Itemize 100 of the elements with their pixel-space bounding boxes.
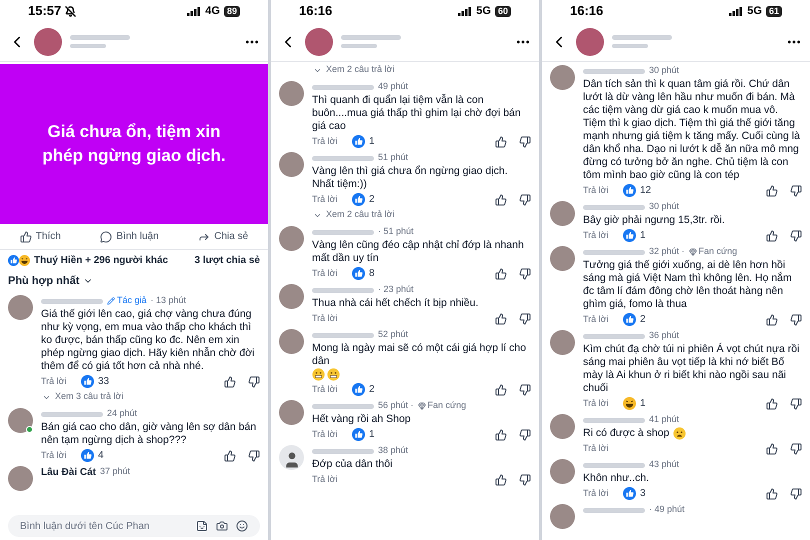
comment-text: Khôn như..ch.: [583, 472, 649, 485]
post-action-button[interactable]: Chia sẻ: [198, 229, 248, 244]
blurred-subtitle: [341, 44, 377, 48]
reply-link[interactable]: Trả lời: [312, 472, 352, 486]
reaction-count: 4: [98, 449, 104, 463]
clock-time: 15:57: [28, 2, 62, 20]
reply-link[interactable]: Trả lời: [583, 228, 623, 242]
comment-time: 49 phút: [378, 80, 408, 94]
dislike-icon[interactable]: [790, 442, 802, 454]
comment-time: 37 phút: [100, 465, 130, 478]
post-action-button[interactable]: Bình luận: [100, 229, 159, 244]
blurred-name: [312, 230, 374, 234]
post-text: Giá chưa ổn, tiệm xin phép ngừng giao dịch.: [41, 121, 227, 167]
sticker-icon[interactable]: [196, 520, 208, 532]
reaction-count: 3: [640, 487, 646, 501]
reply-link[interactable]: Trả lời: [583, 184, 623, 198]
reply-link[interactable]: Trả lời: [312, 428, 352, 442]
like-icon[interactable]: [495, 428, 507, 440]
signal-icon: [729, 6, 744, 16]
like-icon[interactable]: [495, 136, 507, 148]
dislike-icon[interactable]: [519, 474, 531, 486]
network-type: 5G: [476, 4, 491, 19]
blurred-name: [312, 332, 374, 338]
camera-icon[interactable]: [216, 520, 228, 532]
comment-time: 24 phút: [107, 407, 138, 420]
dislike-icon[interactable]: [248, 450, 260, 462]
reaction-count: 1: [640, 397, 646, 411]
dislike-icon[interactable]: [790, 398, 802, 410]
reply-link[interactable]: Trả lời: [312, 312, 352, 326]
dislike-icon[interactable]: [790, 488, 802, 500]
dislike-icon[interactable]: [519, 194, 531, 206]
dislike-icon[interactable]: [519, 136, 531, 148]
comment-icon: [100, 230, 112, 242]
dislike-icon[interactable]: [519, 312, 531, 324]
like-icon[interactable]: [495, 312, 507, 324]
view-replies-link[interactable]: Xem 2 câu trả lời: [313, 62, 539, 78]
dislike-icon[interactable]: [790, 230, 802, 242]
blurred-name: [583, 204, 645, 210]
reply-link[interactable]: Trả lời: [583, 442, 623, 456]
reply-link[interactable]: Trả lời: [41, 374, 81, 388]
comment-text: Vàng lên thì giá chưa ổn ngừng giao dịch. Nhất tiệm:)): [312, 165, 509, 191]
comment-text: Tưởng giá thế giới xuống, ai dè lên hơn hồi sáng mà giá Việt Nam thì không lên. Họ nắm đc tâm lí đám đông chờ lên thoát hàng nên ghìm giá, fomo là thua: [583, 259, 793, 311]
dislike-icon[interactable]: [248, 376, 260, 388]
like-icon[interactable]: [766, 230, 778, 242]
sort-dropdown[interactable]: Phù hợp nhất: [0, 270, 102, 292]
reaction-count: 1: [369, 428, 375, 442]
blurred-name: [583, 418, 645, 422]
reply-link[interactable]: Trả lời: [312, 134, 352, 148]
dislike-icon[interactable]: [519, 384, 531, 396]
like-reaction-icon: [623, 313, 636, 326]
comment-time: 30 phút: [649, 200, 680, 214]
comment-time: · 49 phút: [649, 503, 685, 516]
like-icon[interactable]: [495, 268, 507, 280]
reaction-count: 1: [640, 229, 646, 243]
like-icon[interactable]: [766, 488, 778, 500]
like-icon[interactable]: [766, 184, 778, 196]
reply-link[interactable]: Trả lời: [312, 192, 352, 206]
like-icon[interactable]: [766, 398, 778, 410]
like-icon[interactable]: [766, 442, 778, 454]
battery-level: 89: [224, 6, 240, 16]
reply-link[interactable]: Trả lời: [583, 312, 623, 326]
dislike-icon[interactable]: [790, 314, 802, 326]
laughing-reaction-icon: [19, 254, 30, 266]
comment-input-field[interactable]: Bình luận dưới tên Cúc Phan: [8, 515, 260, 537]
dislike-icon[interactable]: [519, 428, 531, 440]
blurred-name: [312, 288, 374, 292]
blurred-name: [583, 68, 645, 74]
comment-text: Thua nhà cái hết chếch ít bịp nhiều.: [312, 297, 478, 310]
like-icon[interactable]: [224, 450, 236, 462]
view-replies-link[interactable]: Xem 3 câu trả lời: [42, 389, 268, 405]
comment-time: 52 phút: [378, 328, 408, 342]
dislike-icon[interactable]: [790, 184, 802, 196]
clock-time: 16:16: [299, 2, 332, 20]
blurred-name: [70, 35, 130, 40]
smile-icon[interactable]: [236, 520, 248, 532]
like-icon[interactable]: [495, 384, 507, 396]
like-reaction-icon: [8, 254, 19, 266]
reply-link[interactable]: Trả lời: [583, 486, 623, 500]
comment-time: 56 phút ·: [378, 399, 414, 412]
like-icon[interactable]: [766, 314, 778, 326]
dislike-icon[interactable]: [519, 268, 531, 280]
post-action-button[interactable]: Thích: [20, 229, 61, 244]
view-replies-link[interactable]: Xem 2 câu trả lời: [313, 207, 539, 223]
reply-link[interactable]: Trả lời: [583, 396, 623, 410]
like-icon[interactable]: [495, 194, 507, 206]
like-icon[interactable]: [224, 376, 236, 388]
like-reaction-icon: [352, 135, 365, 148]
reply-link[interactable]: Trả lời: [312, 382, 352, 396]
reaction-count: 12: [640, 184, 652, 198]
reaction-count: 2: [369, 383, 375, 397]
reaction-count: 33: [98, 375, 110, 389]
blurred-name: [41, 412, 103, 416]
battery-level: 60: [494, 6, 511, 16]
comment-time: 43 phút: [649, 458, 680, 472]
blurred-name: [583, 334, 645, 338]
reply-link[interactable]: Trả lời: [312, 266, 352, 280]
like-reaction-icon: [352, 383, 365, 396]
like-icon[interactable]: [495, 474, 507, 486]
reply-link[interactable]: Trả lời: [41, 448, 81, 462]
page-avatar: [305, 28, 333, 56]
